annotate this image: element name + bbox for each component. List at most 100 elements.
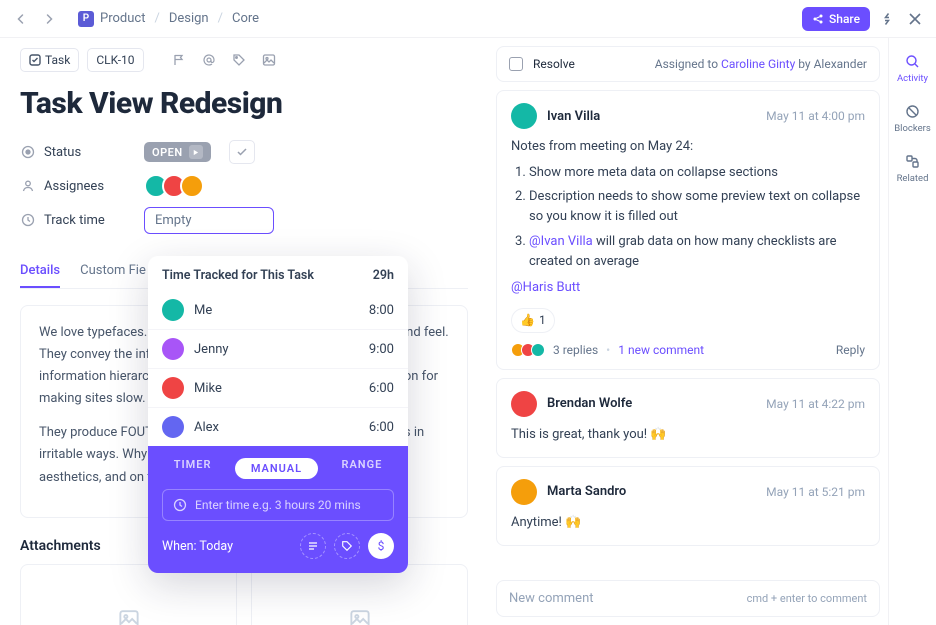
mention[interactable]: @Ivan Villa (529, 234, 593, 249)
rail-related[interactable]: Related (889, 148, 936, 188)
collapse-icon[interactable] (876, 8, 898, 30)
share-button[interactable]: Share (802, 7, 870, 31)
new-comment-input[interactable]: New comment cmd + enter to comment (496, 580, 880, 617)
resolve-checkbox[interactable] (509, 57, 523, 71)
related-icon (904, 152, 922, 170)
mention[interactable]: @Haris Butt (511, 278, 865, 298)
status-value: OPEN (152, 146, 183, 159)
seg-timer[interactable]: TIMER (174, 458, 212, 479)
avatar (162, 338, 184, 360)
comment-card: Ivan Villa May 11 at 4:00 pm Notes from … (496, 90, 880, 370)
time-input-placeholder: Enter time e.g. 3 hours 20 mins (195, 498, 361, 512)
when-label[interactable]: When: Today (162, 539, 233, 554)
comment-time: May 11 at 5:21 pm (766, 485, 865, 499)
popover-title: Time Tracked for This Task (162, 268, 314, 283)
status-label: Status (44, 145, 81, 160)
resolve-bar: Resolve Assigned to Caroline Ginty by Al… (496, 46, 880, 82)
comment-body: Anytime! 🙌 (511, 513, 865, 533)
breadcrumb-sep-icon: / (154, 11, 159, 26)
close-icon[interactable] (904, 8, 926, 30)
nav-back-button[interactable] (10, 8, 32, 30)
comment-placeholder: New comment (509, 591, 594, 606)
time-row[interactable]: Jenny 9:00 (148, 330, 408, 369)
task-type-label: Task (45, 53, 70, 67)
status-next-icon[interactable] (189, 145, 203, 159)
avatar (162, 299, 184, 321)
image-icon[interactable] (258, 49, 280, 71)
billable-icon[interactable]: $ (368, 533, 394, 559)
breadcrumb-core[interactable]: Core (232, 11, 259, 26)
time-row-value: 6:00 (369, 420, 394, 435)
list-item: Show more meta data on collapse sections (529, 163, 865, 183)
clock-icon (173, 498, 187, 512)
comment-card: Brendan Wolfe May 11 at 4:22 pm This is … (496, 378, 880, 458)
time-row-name: Mike (194, 381, 222, 396)
avatar[interactable] (180, 174, 204, 198)
tab-details[interactable]: Details (20, 255, 60, 288)
flag-icon[interactable] (168, 49, 190, 71)
time-row[interactable]: Mike 6:00 (148, 369, 408, 408)
time-tracked-popover: Time Tracked for This Task 29h Me8:00Jen… (148, 256, 408, 573)
share-label: Share (829, 12, 860, 26)
assignee-avatars[interactable] (144, 174, 204, 198)
rail-activity[interactable]: Activity (889, 48, 936, 88)
track-time-input[interactable] (144, 207, 274, 234)
track-time-label: Track time (44, 213, 105, 228)
tab-custom-fields[interactable]: Custom Fie (80, 255, 146, 288)
time-row-value: 6:00 (369, 381, 394, 396)
time-row-name: Alex (194, 420, 219, 435)
task-id-chip[interactable]: CLK-10 (87, 48, 143, 72)
comment-author[interactable]: Ivan Villa (547, 109, 600, 124)
seg-range[interactable]: RANGE (341, 458, 382, 479)
mention-icon[interactable] (198, 49, 220, 71)
comment-hint: cmd + enter to comment (747, 592, 867, 605)
clock-icon (20, 212, 36, 228)
reply-button[interactable]: Reply (836, 343, 865, 357)
repliers-avatars[interactable] (511, 343, 545, 357)
rail-blockers[interactable]: Blockers (889, 98, 936, 138)
comment-time: May 11 at 4:22 pm (766, 397, 865, 411)
task-type-chip[interactable]: Task (20, 48, 79, 72)
breadcrumb-design[interactable]: Design (169, 11, 209, 26)
comment-author[interactable]: Marta Sandro (547, 484, 626, 499)
status-chip[interactable]: OPEN (144, 142, 211, 162)
comment-time: May 11 at 4:00 pm (766, 109, 865, 123)
comment-author[interactable]: Brendan Wolfe (547, 396, 632, 411)
page-title: Task View Redesign (20, 86, 468, 121)
complete-button[interactable] (229, 140, 255, 164)
reaction-count: 1 (539, 311, 546, 330)
avatar (162, 416, 184, 438)
time-input[interactable]: Enter time e.g. 3 hours 20 mins (162, 489, 394, 521)
reaction-emoji-icon: 👍 (520, 311, 535, 330)
comment-lead: Notes from meeting on May 24: (511, 137, 865, 157)
avatar[interactable] (511, 479, 537, 505)
assigned-person[interactable]: Caroline Ginty (721, 57, 795, 71)
blockers-icon (904, 102, 922, 120)
list-item: Description needs to show some preview t… (529, 187, 865, 227)
comment-body: This is great, thank you! 🙌 (511, 425, 865, 445)
search-icon (904, 52, 922, 70)
comment-card: Marta Sandro May 11 at 5:21 pm Anytime! … (496, 466, 880, 546)
time-row-name: Jenny (194, 342, 229, 357)
time-row[interactable]: Me8:00 (148, 291, 408, 330)
avatar (162, 377, 184, 399)
seg-manual[interactable]: MANUAL (235, 458, 318, 479)
avatar[interactable] (511, 103, 537, 129)
assignees-label: Assignees (44, 179, 104, 194)
new-comment-link[interactable]: 1 new comment (618, 343, 704, 357)
replies-count[interactable]: 3 replies (553, 343, 598, 357)
tag-icon[interactable] (228, 49, 250, 71)
nav-forward-button[interactable] (38, 8, 60, 30)
assigned-text: Assigned to Caroline Ginty by Alexander (655, 57, 867, 71)
reaction-chip[interactable]: 👍 1 (511, 308, 555, 333)
note-icon[interactable] (300, 533, 326, 559)
status-icon (20, 144, 36, 160)
list-item: @Ivan Villa will grab data on how many c… (529, 232, 865, 272)
project-badge-icon: P (78, 11, 94, 27)
time-row[interactable]: Alex 6:00 (148, 408, 408, 446)
avatar[interactable] (511, 391, 537, 417)
tag-icon[interactable] (334, 533, 360, 559)
time-row-value: 9:00 (369, 342, 394, 357)
resolve-label[interactable]: Resolve (533, 57, 575, 71)
breadcrumb-product[interactable]: Product (100, 11, 145, 26)
